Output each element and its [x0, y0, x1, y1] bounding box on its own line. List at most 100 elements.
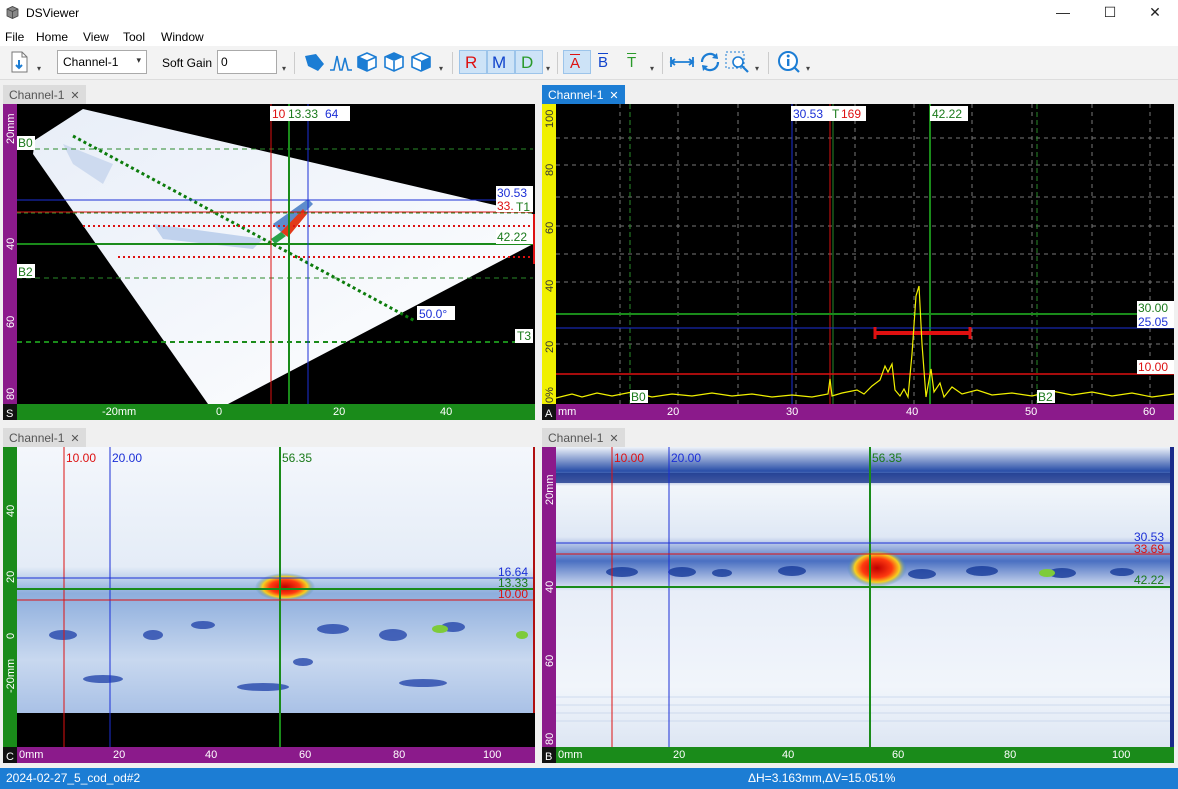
s-x-tick: 40 — [440, 406, 452, 418]
menu-home[interactable]: Home — [36, 30, 68, 44]
soft-gain-dropdown-icon[interactable]: ▾ — [282, 64, 286, 73]
status-delta: ΔH=3.163mm,ΔV=15.051% — [748, 771, 896, 785]
b-right-label-red: 33.69 — [1134, 542, 1164, 556]
s-y-tick: 80 — [5, 388, 17, 400]
cube-side-icon[interactable] — [408, 50, 434, 74]
cursor-dropdown-icon[interactable]: ▾ — [546, 64, 550, 73]
r-cursor-button[interactable]: R — [459, 50, 487, 74]
s-right-label-green: 42.22 — [497, 230, 527, 244]
close-tab-icon[interactable]: ✕ — [70, 90, 79, 102]
c-top-label-green: 56.35 — [282, 451, 312, 465]
s-angle-label: 50.0° — [419, 307, 447, 321]
gate-b-button[interactable]: B — [592, 50, 620, 74]
waveform-icon[interactable] — [328, 50, 354, 74]
a-top-label-red: 169 — [841, 107, 861, 121]
soft-gain-input[interactable]: 0 — [217, 50, 277, 74]
s-x-tick: -20mm — [102, 406, 136, 418]
cube-top-icon[interactable] — [381, 50, 407, 74]
s-scan-view[interactable]: S 10 13.33 64 B0 B2 30.53 33. T1 42.22 T… — [3, 104, 535, 420]
b-x-tick: 20 — [673, 749, 685, 761]
c-y-tick: -20mm — [5, 659, 17, 693]
zoom-region-icon[interactable] — [724, 50, 752, 74]
view-letter: S — [6, 408, 13, 420]
a-right-label-green: 30.00 — [1138, 301, 1168, 315]
toolbar-separator — [294, 52, 295, 74]
tab-a-scan[interactable]: Channel-1 ✕ — [542, 85, 625, 104]
view-letter: A — [545, 408, 553, 420]
new-file-dropdown-icon[interactable]: ▾ — [37, 64, 41, 73]
b-x-tick: 0mm — [558, 749, 582, 761]
close-tab-icon[interactable]: ✕ — [70, 433, 79, 445]
tab-s-scan[interactable]: Channel-1 ✕ — [3, 85, 86, 104]
menu-tool[interactable]: Tool — [123, 30, 145, 44]
a-y-tick: 100 — [544, 110, 556, 128]
chevron-down-icon: ▾ — [136, 55, 141, 65]
c-x-tick: 40 — [205, 749, 217, 761]
tab-c-scan[interactable]: Channel-1 ✕ — [3, 428, 86, 447]
new-file-icon[interactable] — [8, 50, 34, 74]
view-letter: B — [545, 751, 552, 763]
b-x-tick: 80 — [1004, 749, 1016, 761]
a-y-tick: 40 — [544, 280, 556, 292]
a-right-label-red: 10.00 — [1138, 360, 1168, 374]
measure-icon[interactable] — [668, 50, 696, 74]
info-dropdown-icon[interactable]: ▾ — [806, 64, 810, 73]
b-x-tick: 100 — [1112, 749, 1130, 761]
zoom-dropdown-icon[interactable]: ▾ — [755, 64, 759, 73]
gate-t-button[interactable]: T — [620, 50, 648, 74]
view-dropdown-icon[interactable]: ▾ — [439, 64, 443, 73]
b-scan-view[interactable]: B 10.00 20.00 56.35 30.53 33.69 42.22 20… — [542, 447, 1174, 763]
status-file-name: 2024-02-27_5_cod_od#2 — [6, 771, 141, 785]
app-logo-icon — [6, 6, 19, 19]
menu-bar: File Home View Tool Window — [0, 26, 1178, 46]
maximize-button[interactable]: ☐ — [1087, 0, 1133, 26]
c-scan-view[interactable]: C 10.00 20.00 56.35 16.64 13.33 10.00 40… — [3, 447, 535, 763]
menu-file[interactable]: File — [5, 30, 24, 44]
toolbar-separator — [662, 52, 663, 74]
b-y-tick: 60 — [544, 655, 556, 667]
a-y-tick: 0% — [544, 387, 556, 403]
channel-select[interactable]: Channel-1 ▾ — [57, 50, 147, 74]
m-cursor-button[interactable]: M — [487, 50, 515, 74]
s-top-label-blue: 64 — [325, 107, 339, 121]
menu-view[interactable]: View — [83, 30, 109, 44]
probe-icon[interactable] — [302, 50, 328, 74]
s-y-tick: 40 — [5, 238, 17, 250]
gate-a-button[interactable]: A — [563, 50, 591, 74]
tab-b-scan[interactable]: Channel-1 ✕ — [542, 428, 625, 447]
c-top-label-red: 10.00 — [66, 451, 96, 465]
cube-front-icon[interactable] — [354, 50, 380, 74]
close-tab-icon[interactable]: ✕ — [609, 433, 618, 445]
menu-window[interactable]: Window — [161, 30, 204, 44]
toolbar-separator — [768, 52, 769, 74]
b-top-label-red: 10.00 — [614, 451, 644, 465]
refresh-icon[interactable] — [697, 50, 723, 74]
minimize-button[interactable]: — — [1040, 0, 1086, 26]
a-y-tick: 60 — [544, 222, 556, 234]
a-right-label-blue: 25.05 — [1138, 315, 1168, 329]
b-top-label-blue: 20.00 — [671, 451, 701, 465]
a-x-tick: 30 — [786, 406, 798, 418]
view-letter: C — [6, 751, 14, 763]
a-label-b0: B0 — [631, 390, 646, 404]
a-label-b2: B2 — [1038, 390, 1053, 404]
s-y-tick: 20mm — [5, 113, 17, 144]
d-cursor-button[interactable]: D — [515, 50, 543, 74]
info-icon[interactable] — [775, 50, 803, 74]
title-bar: DSViewer — ☐ ✕ — [0, 0, 1178, 26]
close-tab-icon[interactable]: ✕ — [609, 90, 618, 102]
s-right-label-blue: 30.53 — [497, 186, 527, 200]
c-x-tick: 80 — [393, 749, 405, 761]
close-window-button[interactable]: ✕ — [1132, 0, 1178, 26]
b-right-label-green: 42.22 — [1134, 573, 1164, 587]
c-x-tick: 100 — [483, 749, 501, 761]
c-y-tick: 40 — [5, 505, 17, 517]
gate-dropdown-icon[interactable]: ▾ — [650, 64, 654, 73]
a-scan-view[interactable]: A 30.53 T 169 42.22 30.00 25.05 10.00 B0… — [542, 104, 1174, 420]
a-x-tick: mm — [558, 406, 576, 418]
s-label-t1: T1 — [516, 200, 530, 214]
s-x-tick: 0 — [216, 406, 222, 418]
c-x-tick: 20 — [113, 749, 125, 761]
a-y-tick: 80 — [544, 164, 556, 176]
s-y-tick: 60 — [5, 316, 17, 328]
